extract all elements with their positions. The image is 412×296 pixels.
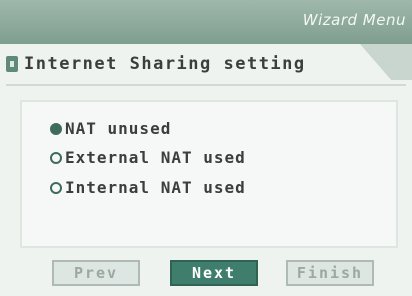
option-nat-unused[interactable]: NAT unused — [50, 119, 171, 138]
prev-button[interactable]: Prev — [52, 260, 140, 286]
option-label: External NAT used — [65, 148, 246, 167]
title-bar: Wizard Menu — [0, 0, 412, 45]
radio-unselected-icon[interactable] — [50, 181, 62, 194]
window-title: Wizard Menu — [302, 11, 406, 29]
option-external-nat-used[interactable]: External NAT used — [50, 148, 246, 167]
radio-selected-icon[interactable] — [50, 122, 62, 135]
section-bullet-icon — [6, 56, 18, 72]
header-tab-decoration — [360, 44, 412, 80]
divider — [6, 84, 406, 86]
options-panel: NAT unused External NAT used Internal NA… — [20, 100, 398, 248]
radio-unselected-icon[interactable] — [50, 151, 62, 164]
section-title: Internet Sharing setting — [24, 54, 306, 74]
wizard-window: Wizard Menu Internet Sharing setting NAT… — [0, 0, 412, 296]
button-row: Prev Next Finish — [0, 260, 412, 288]
option-label: NAT unused — [65, 119, 172, 138]
finish-button[interactable]: Finish — [286, 260, 374, 286]
next-button[interactable]: Next — [170, 260, 258, 286]
option-label: Internal NAT used — [65, 178, 246, 197]
option-internal-nat-used[interactable]: Internal NAT used — [50, 178, 246, 197]
